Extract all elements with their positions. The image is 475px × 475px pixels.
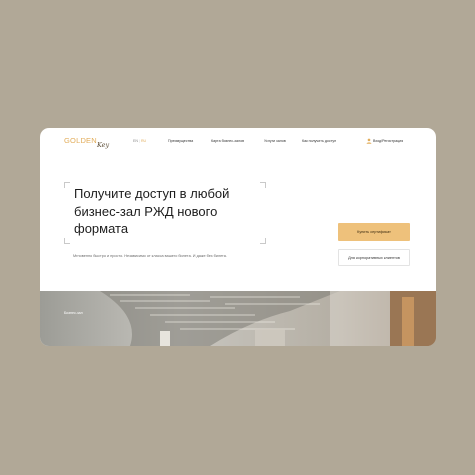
- nav-item-lounge-map[interactable]: Карта бизнес-залов: [211, 139, 244, 143]
- logo-text: GOLDEN: [64, 136, 97, 145]
- corporate-clients-button[interactable]: Для корпоративных клиентов: [338, 249, 410, 266]
- login-link[interactable]: Вход/Регистрация: [366, 138, 403, 144]
- logo[interactable]: GOLDEN Key: [64, 134, 116, 154]
- top-navigation: GOLDEN Key EN|RU Преимущества Карта бизн…: [40, 128, 436, 158]
- nav-item-advantages[interactable]: Преимущества: [168, 139, 193, 143]
- frame-corner: [64, 238, 70, 244]
- user-icon: [366, 138, 372, 144]
- hero-subtitle: Мгновенно быстро и просто. Независимо от…: [73, 254, 227, 258]
- logo-script: Key: [97, 141, 110, 149]
- nav-item-how-to-access[interactable]: Как получить доступ: [302, 139, 336, 143]
- page-title: Получите доступ в любой бизнес-зал РЖД н…: [74, 186, 230, 236]
- language-switcher: EN|RU: [133, 139, 146, 143]
- login-label: Вход/Регистрация: [373, 138, 404, 143]
- lounge-photo: [40, 291, 436, 346]
- lang-ru[interactable]: RU: [141, 139, 146, 143]
- nav-item-services[interactable]: Услуги залов: [264, 139, 286, 143]
- buy-certificate-button[interactable]: Купить сертификат: [338, 223, 410, 241]
- hero-image-caption: Бизнес-зал: [64, 311, 83, 315]
- lang-separator: |: [139, 139, 140, 143]
- landing-card: GOLDEN Key EN|RU Преимущества Карта бизн…: [40, 128, 436, 346]
- lang-en[interactable]: EN: [133, 139, 138, 143]
- frame-corner: [260, 238, 266, 244]
- frame-corner: [64, 182, 70, 188]
